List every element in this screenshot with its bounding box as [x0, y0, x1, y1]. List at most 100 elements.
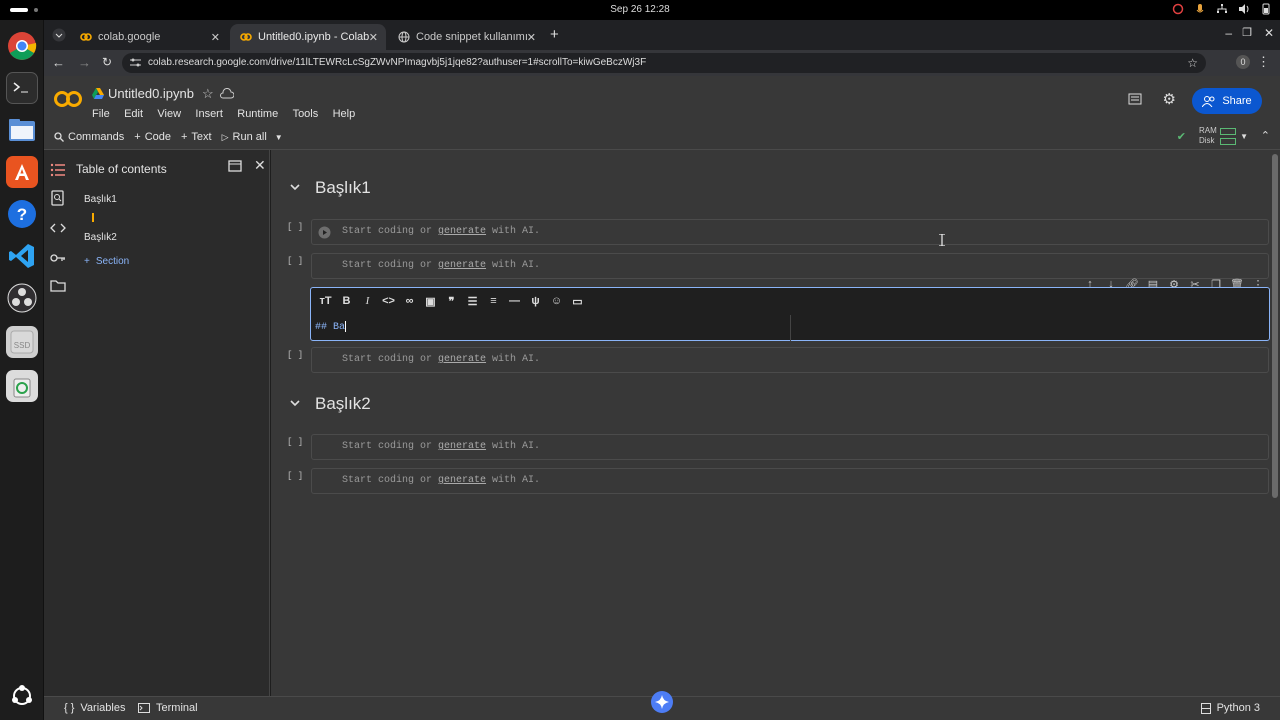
bookmark-star-icon[interactable]: ☆ — [1187, 53, 1198, 73]
trash-icon[interactable] — [6, 370, 38, 402]
menu-insert[interactable]: Insert — [195, 108, 223, 120]
show-apps-icon[interactable] — [6, 680, 38, 712]
files-app-icon[interactable] — [6, 114, 38, 146]
terminal-button[interactable]: Terminal — [138, 702, 198, 714]
close-tab-icon[interactable]: ✕ — [369, 31, 378, 44]
horizontal-rule-icon[interactable]: — — [506, 293, 523, 310]
tab-colab-google[interactable]: colab.google ✕ — [70, 24, 228, 50]
restore-icon[interactable]: ❐ — [1242, 26, 1252, 39]
toc-item-baslik1[interactable]: Başlık1 — [84, 194, 117, 205]
cell-bracket: [ ] — [287, 256, 304, 266]
colab-logo-icon[interactable] — [54, 90, 82, 108]
menu-tools[interactable]: Tools — [293, 108, 319, 120]
tab-code-snippet[interactable]: Code snippet kullanımı ✕ — [388, 24, 544, 50]
generate-link[interactable]: generate — [438, 260, 486, 271]
close-window-icon[interactable]: ✕ — [1264, 26, 1274, 40]
close-tab-icon[interactable]: ✕ — [527, 31, 536, 44]
profile-badge[interactable]: 0 — [1236, 55, 1250, 69]
system-tray[interactable] — [1172, 3, 1272, 15]
chevron-down-icon[interactable] — [289, 184, 303, 192]
new-tab-icon[interactable]: + — [550, 26, 559, 43]
reload-icon[interactable]: ↻ — [102, 55, 112, 69]
code-cell[interactable]: Start coding or generate with AI. — [311, 434, 1269, 460]
run-all-button[interactable]: ▷ Run all — [222, 131, 267, 143]
menu-runtime[interactable]: Runtime — [237, 108, 278, 120]
add-section-button[interactable]: + Section — [84, 256, 129, 267]
insert-image-icon[interactable]: ▣ — [422, 293, 439, 310]
table-of-contents-icon[interactable] — [50, 162, 66, 178]
italic-icon[interactable]: I — [359, 293, 376, 310]
code-icon[interactable]: <> — [380, 293, 397, 310]
chevron-down-icon[interactable] — [289, 400, 303, 408]
code-cell[interactable]: Start coding or generate with AI. — [311, 219, 1269, 245]
numbered-list-icon[interactable]: ☰ — [464, 293, 481, 310]
generate-link[interactable]: generate — [438, 475, 486, 486]
section-heading-2[interactable]: Başlık2 — [289, 394, 371, 414]
cell-bracket: [ ] — [287, 471, 304, 481]
settings-gear-icon[interactable]: ⚙ — [1163, 92, 1176, 107]
resources-indicator[interactable]: RAM Disk — [1199, 126, 1236, 146]
files-folder-icon[interactable] — [50, 278, 66, 294]
text-cell-editor[interactable]: ᴛT B I <> ∞ ▣ ❞ ☰ ≡ — ψ ☺ ▭ ## Ba — [310, 287, 1270, 341]
share-button[interactable]: Share — [1192, 88, 1262, 114]
quote-icon[interactable]: ❞ — [443, 293, 460, 310]
tab-search-icon[interactable] — [52, 28, 66, 42]
notebook-scrollbar[interactable] — [1272, 154, 1278, 498]
terminal-app-icon[interactable] — [6, 72, 38, 104]
collapse-header-icon[interactable]: ⌃ — [1261, 129, 1270, 142]
bold-icon[interactable]: B — [338, 293, 355, 310]
run-all-dropdown[interactable]: ▼ — [275, 133, 283, 142]
toc-item-baslik2[interactable]: Başlık2 — [84, 232, 117, 243]
latex-psi-icon[interactable]: ψ — [527, 293, 544, 310]
vscode-app-icon[interactable] — [6, 240, 38, 272]
generate-link[interactable]: generate — [438, 441, 486, 452]
find-icon[interactable] — [50, 190, 66, 206]
runtime-kernel-button[interactable]: Python 3 — [1200, 702, 1260, 714]
menu-file[interactable]: File — [92, 108, 110, 120]
cell-bracket: [ ] — [287, 350, 304, 360]
generate-link[interactable]: generate — [438, 354, 486, 365]
open-in-tab-icon[interactable] — [228, 159, 242, 173]
browser-menu-icon[interactable]: ⋮ — [1257, 54, 1270, 70]
commands-button[interactable]: Commands — [54, 131, 124, 143]
secrets-key-icon[interactable] — [50, 250, 66, 266]
menu-edit[interactable]: Edit — [124, 108, 143, 120]
variables-button[interactable]: { } Variables — [64, 702, 125, 714]
close-tab-icon[interactable]: ✕ — [211, 31, 220, 44]
emoji-icon[interactable]: ☺ — [548, 293, 565, 310]
section-heading-1[interactable]: Başlık1 — [289, 178, 371, 198]
obs-app-icon[interactable] — [6, 282, 38, 314]
app-center-icon[interactable] — [6, 156, 38, 188]
notebook-title[interactable]: Untitled0.ipynb — [108, 86, 194, 101]
system-clock[interactable]: Sep 26 12:28 — [0, 4, 1280, 15]
star-icon[interactable]: ☆ — [202, 86, 214, 102]
gemini-sparkle-icon[interactable] — [650, 690, 674, 714]
preview-layout-icon[interactable]: ▭ — [569, 293, 586, 310]
forward-arrow-icon[interactable]: → — [78, 55, 91, 70]
tab-untitled0-colab[interactable]: Untitled0.ipynb - Colab ✕ — [230, 24, 386, 50]
close-panel-icon[interactable]: ✕ — [254, 157, 266, 174]
chrome-app-icon[interactable] — [6, 30, 38, 62]
bulleted-list-icon[interactable]: ≡ — [485, 293, 502, 310]
markdown-input[interactable]: ## Ba — [311, 315, 791, 341]
add-code-button[interactable]: + Code — [134, 131, 171, 143]
site-info-icon[interactable] — [130, 58, 141, 68]
heading-format-icon[interactable]: ᴛT — [317, 293, 334, 310]
comments-icon[interactable] — [1128, 93, 1142, 107]
code-snippets-icon[interactable] — [50, 220, 66, 236]
run-cell-icon[interactable] — [318, 226, 331, 239]
insert-link-icon[interactable]: ∞ — [401, 293, 418, 310]
ssd-drive-icon[interactable]: SSD — [6, 326, 38, 358]
help-app-icon[interactable]: ? — [6, 198, 38, 230]
add-text-button[interactable]: + Text — [181, 131, 212, 143]
menu-view[interactable]: View — [157, 108, 181, 120]
code-cell[interactable]: Start coding or generate with AI. — [311, 347, 1269, 373]
menu-help[interactable]: Help — [333, 108, 356, 120]
generate-link[interactable]: generate — [438, 226, 486, 237]
resources-dropdown-icon[interactable]: ▼ — [1240, 132, 1248, 141]
code-cell[interactable]: Start coding or generate with AI. — [311, 468, 1269, 494]
back-arrow-icon[interactable]: ← — [52, 55, 65, 70]
url-input[interactable]: colab.research.google.com/drive/11lLTEWR… — [122, 53, 1206, 73]
minimize-icon[interactable]: – — [1225, 26, 1232, 40]
status-bar: { } Variables Terminal Python 3 — [44, 691, 1280, 720]
